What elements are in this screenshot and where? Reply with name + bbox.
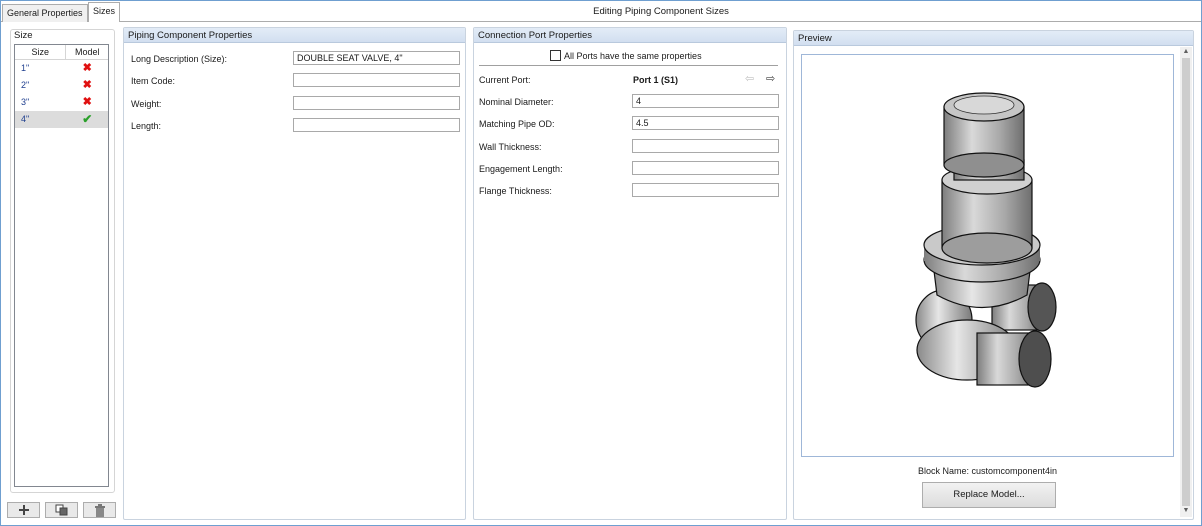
- wall-thickness-label: Wall Thickness:: [479, 142, 542, 152]
- missing-model-icon: ✖: [82, 79, 92, 91]
- flange-thickness-field[interactable]: [632, 183, 779, 197]
- length-field[interactable]: [293, 118, 460, 132]
- preview-scrollbar[interactable]: ▲ ▼: [1180, 47, 1192, 517]
- size-value: 1": [21, 63, 30, 73]
- add-size-button[interactable]: [7, 502, 40, 518]
- nominal-diameter-label: Nominal Diameter:: [479, 97, 554, 107]
- scroll-up-icon[interactable]: ▲: [1182, 48, 1190, 56]
- flange-thickness-label: Flange Thickness:: [479, 186, 552, 196]
- tab-sizes[interactable]: Sizes: [88, 2, 121, 22]
- item-code-field[interactable]: [293, 73, 460, 87]
- column-header-size[interactable]: Size: [15, 45, 67, 59]
- current-port-label: Current Port:: [479, 75, 531, 85]
- trash-icon: [94, 503, 105, 517]
- engagement-length-field[interactable]: [632, 161, 779, 175]
- wall-thickness-field[interactable]: [632, 139, 779, 153]
- size-value: 4": [21, 114, 30, 124]
- connection-port-header: Connection Port Properties: [474, 28, 786, 43]
- length-label: Length:: [131, 121, 162, 131]
- missing-model-icon: ✖: [82, 96, 92, 108]
- replace-model-button[interactable]: Replace Model...: [922, 482, 1056, 508]
- preview-header: Preview: [794, 31, 1193, 46]
- size-list[interactable]: Size Model 1" ✖ 2" ✖ 3" ✖ 4" ✔: [14, 44, 109, 487]
- copy-icon: [55, 504, 67, 516]
- missing-model-icon: ✖: [82, 62, 92, 74]
- column-header-model[interactable]: Model: [66, 45, 108, 59]
- connection-separator: [479, 65, 778, 66]
- previous-port-arrow-icon[interactable]: ⇦: [745, 73, 754, 85]
- size-row-1[interactable]: 1" ✖: [15, 60, 108, 77]
- size-value: 3": [21, 97, 30, 107]
- weight-label: Weight:: [131, 99, 162, 109]
- matching-pipe-od-field[interactable]: 4.5: [632, 116, 779, 130]
- size-group-label: Size: [13, 30, 34, 41]
- model-preview[interactable]: [801, 54, 1174, 457]
- engagement-length-label: Engagement Length:: [479, 164, 563, 174]
- matching-pipe-od-label: Matching Pipe OD:: [479, 119, 555, 129]
- scroll-down-icon[interactable]: ▼: [1182, 507, 1190, 515]
- tab-general-properties[interactable]: General Properties: [2, 4, 88, 22]
- size-row-4[interactable]: 4" ✔: [15, 111, 108, 128]
- size-row-3[interactable]: 3" ✖: [15, 94, 108, 111]
- long-description-field[interactable]: DOUBLE SEAT VALVE, 4": [293, 51, 460, 65]
- block-name-label: Block Name: customcomponent4in: [917, 466, 1058, 476]
- add-icon: [18, 505, 29, 515]
- editor-window: General Properties Sizes Editing Piping …: [0, 0, 1202, 526]
- tab-divider: [1, 21, 1201, 22]
- weight-field[interactable]: [293, 96, 460, 110]
- model-ok-icon: ✔: [82, 112, 93, 126]
- tab-strip: General Properties Sizes Editing Piping …: [1, 1, 1201, 22]
- same-properties-label: All Ports have the same properties: [564, 51, 702, 61]
- copy-size-button[interactable]: [45, 502, 78, 518]
- scroll-thumb[interactable]: [1182, 58, 1190, 506]
- same-properties-checkbox[interactable]: [550, 50, 561, 61]
- window-title: Editing Piping Component Sizes: [593, 6, 729, 17]
- next-port-arrow-icon[interactable]: ⇨: [766, 73, 775, 85]
- long-description-label: Long Description (Size):: [131, 54, 228, 64]
- nominal-diameter-field[interactable]: 4: [632, 94, 779, 108]
- current-port-value: Port 1 (S1): [633, 75, 679, 85]
- valve-model-image: [915, 92, 1057, 388]
- size-value: 2": [21, 80, 30, 90]
- size-list-header: Size Model: [15, 45, 108, 60]
- piping-properties-header: Piping Component Properties: [124, 28, 465, 43]
- item-code-label: Item Code:: [131, 76, 176, 86]
- delete-size-button[interactable]: [83, 502, 116, 518]
- size-row-2[interactable]: 2" ✖: [15, 77, 108, 94]
